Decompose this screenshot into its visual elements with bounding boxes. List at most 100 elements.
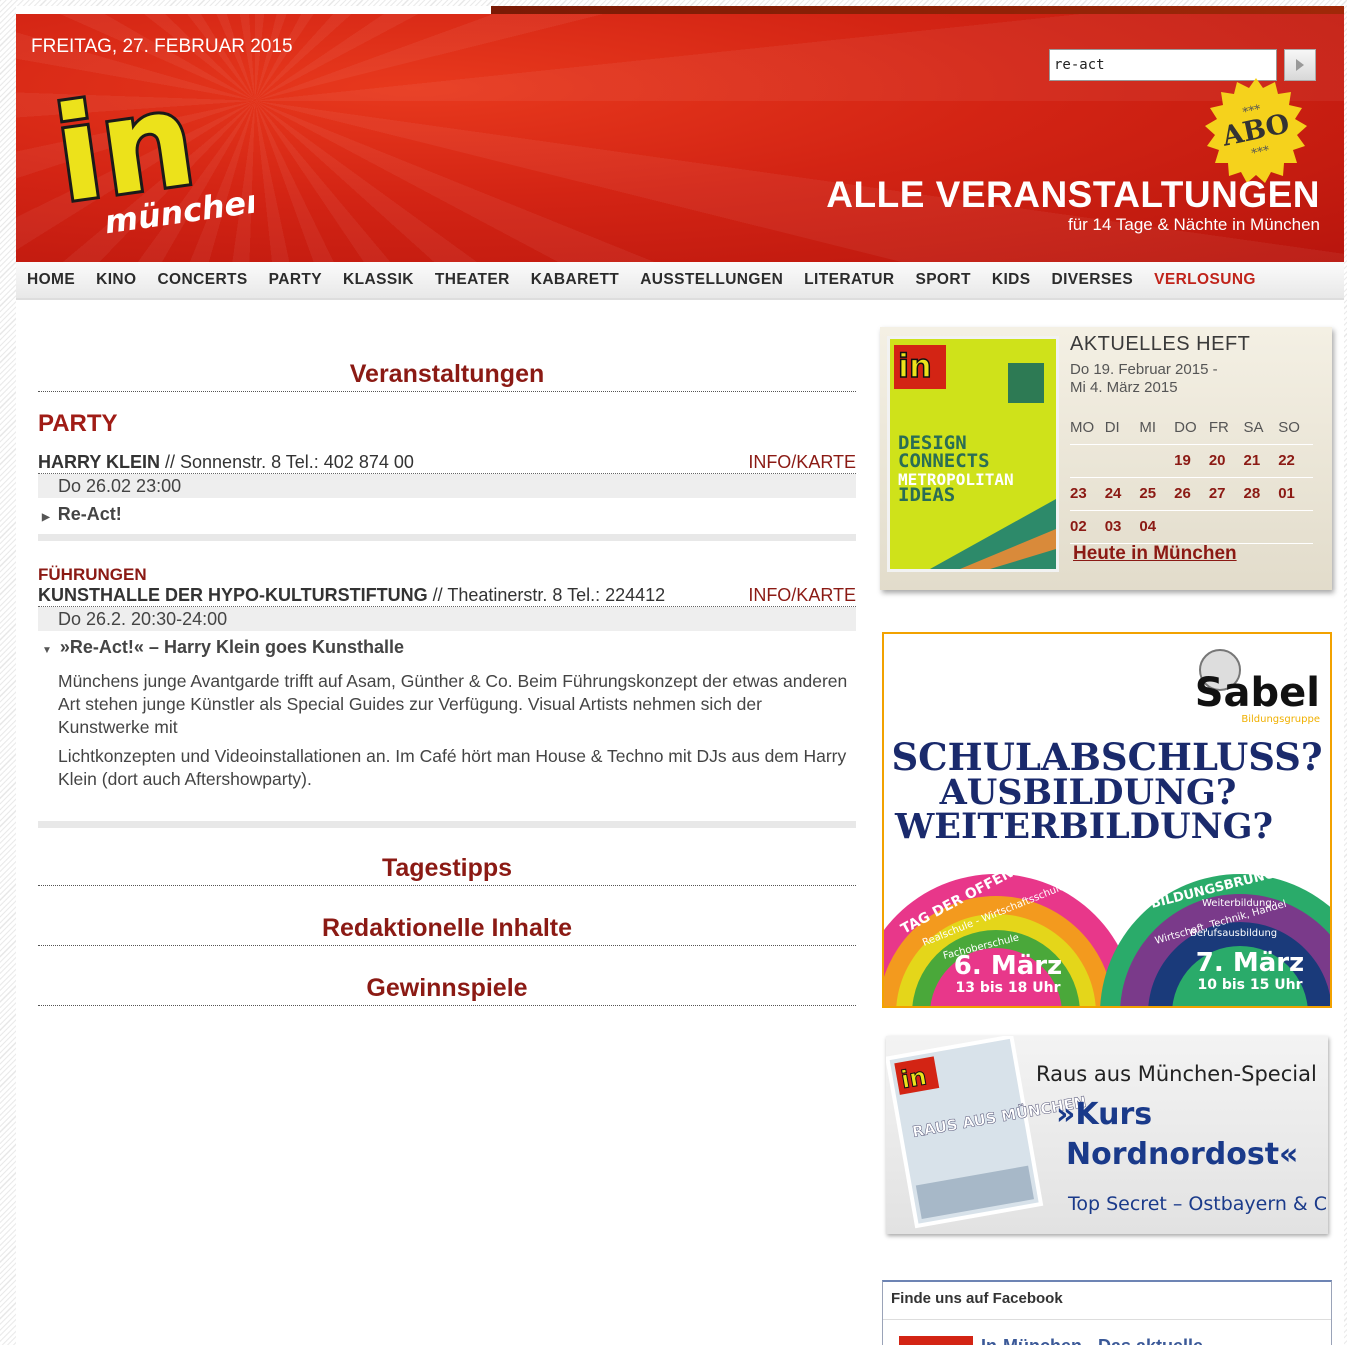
calendar-day [1208,510,1244,544]
facebook-page-avatar[interactable] [899,1336,973,1345]
raus-line: »Kurs [1056,1097,1152,1132]
calendar-day[interactable]: 23 [1070,477,1105,511]
calendar-day[interactable]: 28 [1243,477,1279,511]
ad-time: 10 bis 15 Uhr [1198,977,1303,993]
divider [38,821,856,828]
nav-verlosung[interactable]: VERLOSUNG [1154,271,1256,289]
calendar-day[interactable]: 04 [1139,510,1175,544]
event-description: Lichtkonzepten und Videoinstallationen a… [58,746,847,789]
calendar-day[interactable]: 20 [1208,444,1244,478]
weekday-label: SO [1278,411,1313,445]
calendar-day [1278,510,1313,544]
aktuelles-heft-box: in DESIGN CONNECTS METROPOLITAN IDEAS AK… [880,327,1332,590]
event-date: Do 26.02 23:00 [38,474,856,498]
calendar-day[interactable]: 22 [1278,444,1313,478]
header-top-strip [491,6,1344,14]
venue-name[interactable]: KUNSTHALLE DER HYPO-KULTURSTIFTUNG [38,585,428,605]
nav-party[interactable]: PARTY [269,271,322,289]
calendar-day[interactable]: 27 [1208,477,1244,511]
calendar: MO DI MI DO FR SA SO 19 20 21 22 23 24 2… [1070,411,1313,544]
category-fuehrungen-heading: FÜHRUNGEN [38,565,147,584]
event-date: Do 26.2. 20:30-24:00 [38,607,856,631]
main-content: Veranstaltungen PARTY HARRY KLEIN // Son… [38,300,856,1006]
play-arrow-icon [1296,59,1304,71]
event-title[interactable]: ▼ »Re-Act!« – Harry Klein goes Kunsthalle [38,637,856,658]
cover-text: IDEAS [898,484,955,506]
main-nav: HOME KINO CONCERTS PARTY KLASSIK THEATER… [16,262,1344,300]
cover-text: CONNECTS [898,450,990,472]
triangle-right-icon: ▶ [42,512,50,523]
section-redaktionelle-inhalte[interactable]: Redaktionelle Inhalte [38,914,856,946]
heute-in-muenchen-link[interactable]: Heute in München [1073,543,1237,565]
info-karte-link[interactable]: INFO/KARTE [748,585,856,606]
sabel-ad-art: Sabel Bildungsgruppe SCHULABSCHLUSS? AUS… [884,649,1330,1006]
calendar-day[interactable]: 02 [1070,510,1105,544]
headline-subline: für 14 Tage & Nächte in München [1067,215,1320,234]
weekday-label: MO [1070,411,1105,445]
page: FREITAG, 27. FEBRUAR 2015 in münchen ***… [16,6,1344,1345]
weekday-label: DI [1104,411,1140,445]
ad-line: WEITERBILDUNG? [894,806,1273,847]
calendar-day [1139,444,1175,478]
event-description: Münchens junge Avantgarde trifft auf Asa… [58,671,848,737]
sabel-advertisement[interactable]: Sabel Bildungsgruppe SCHULABSCHLUSS? AUS… [882,632,1332,1008]
weekday-label: SA [1243,411,1279,445]
calendar-day [1104,444,1140,478]
raus-line: Nordnordost« [1066,1137,1298,1172]
event-title-text: »Re-Act!« – Harry Klein goes Kunsthalle [59,637,405,657]
calendar-day [1070,444,1105,478]
raus-aus-muenchen-ad[interactable]: in RAUS AUS MÜNCHEN Raus aus München-Spe… [886,1036,1328,1234]
nav-sport[interactable]: SPORT [915,271,970,289]
calendar-day[interactable]: 26 [1174,477,1209,511]
weekday-label: FR [1208,411,1244,445]
calendar-day[interactable]: 25 [1139,477,1175,511]
venue-name[interactable]: HARRY KLEIN [38,452,160,472]
sabel-brand-sub: Bildungsgruppe [1241,714,1320,725]
nav-kids[interactable]: KIDS [992,271,1031,289]
facebook-page-link[interactable]: In-München - Das aktuelle [981,1336,1203,1345]
magazine-cover-art: in DESIGN CONNECTS METROPOLITAN IDEAS [890,339,1056,569]
nav-diverses[interactable]: DIVERSES [1052,271,1134,289]
site-header: FREITAG, 27. FEBRUAR 2015 in münchen ***… [16,14,1344,262]
ad-arc-sub: Berufsausbildung [1190,928,1277,939]
magazine-cover[interactable]: in DESIGN CONNECTS METROPOLITAN IDEAS [887,336,1059,572]
nav-kino[interactable]: KINO [96,271,136,289]
divider [38,534,856,541]
category-party-heading: PARTY [38,410,118,437]
triangle-down-icon: ▼ [42,645,52,656]
in-muenchen-logo[interactable]: in münchen [54,76,254,236]
sabel-brand: Sabel [1195,670,1320,716]
calendar-day[interactable]: 21 [1243,444,1279,478]
raus-line: Raus aus München-Special [1036,1062,1317,1086]
section-gewinnspiele[interactable]: Gewinnspiele [38,974,856,1006]
calendar-day[interactable]: 24 [1104,477,1140,511]
event-venue-row: KUNSTHALLE DER HYPO-KULTURSTIFTUNG // Th… [38,585,856,607]
info-karte-link[interactable]: INFO/KARTE [748,452,856,473]
ad-date: 6. März [954,951,1062,981]
heft-date-range: Do 19. Februar 2015 - Mi 4. März 2015 [1070,361,1218,397]
raus-line: Top Secret – Ostbayern & Co. [1067,1193,1328,1215]
raus-ad-art: in RAUS AUS MÜNCHEN Raus aus München-Spe… [886,1036,1328,1229]
headline: ALLE VERANSTALTUNGEN [826,174,1320,215]
nav-concerts[interactable]: CONCERTS [157,271,247,289]
nav-theater[interactable]: THEATER [435,271,510,289]
nav-kabarett[interactable]: KABARETT [531,271,619,289]
heft-title: AKTUELLES HEFT [1070,333,1251,355]
section-tagestipps[interactable]: Tagestipps [38,854,856,886]
calendar-day[interactable]: 03 [1104,510,1140,544]
nav-home[interactable]: HOME [27,271,75,289]
event-title[interactable]: ▶ Re-Act! [38,504,856,525]
nav-klassik[interactable]: KLASSIK [343,271,414,289]
weekday-label: MI [1139,411,1175,445]
section-veranstaltungen[interactable]: Veranstaltungen [38,360,856,392]
nav-ausstellungen[interactable]: AUSSTELLUNGEN [640,271,783,289]
calendar-day[interactable]: 19 [1174,444,1209,478]
venue-address: // Sonnenstr. 8 Tel.: 402 874 00 [160,452,414,472]
calendar-day[interactable]: 01 [1278,477,1313,511]
nav-literatur[interactable]: LITERATUR [804,271,894,289]
abo-badge[interactable]: *** ABO *** [1201,76,1311,186]
weekday-label: DO [1174,411,1209,445]
ad-date: 7. März [1196,948,1304,978]
event-title-text: Re-Act! [57,504,122,524]
facebook-title: Finde uns auf Facebook [883,1282,1331,1320]
